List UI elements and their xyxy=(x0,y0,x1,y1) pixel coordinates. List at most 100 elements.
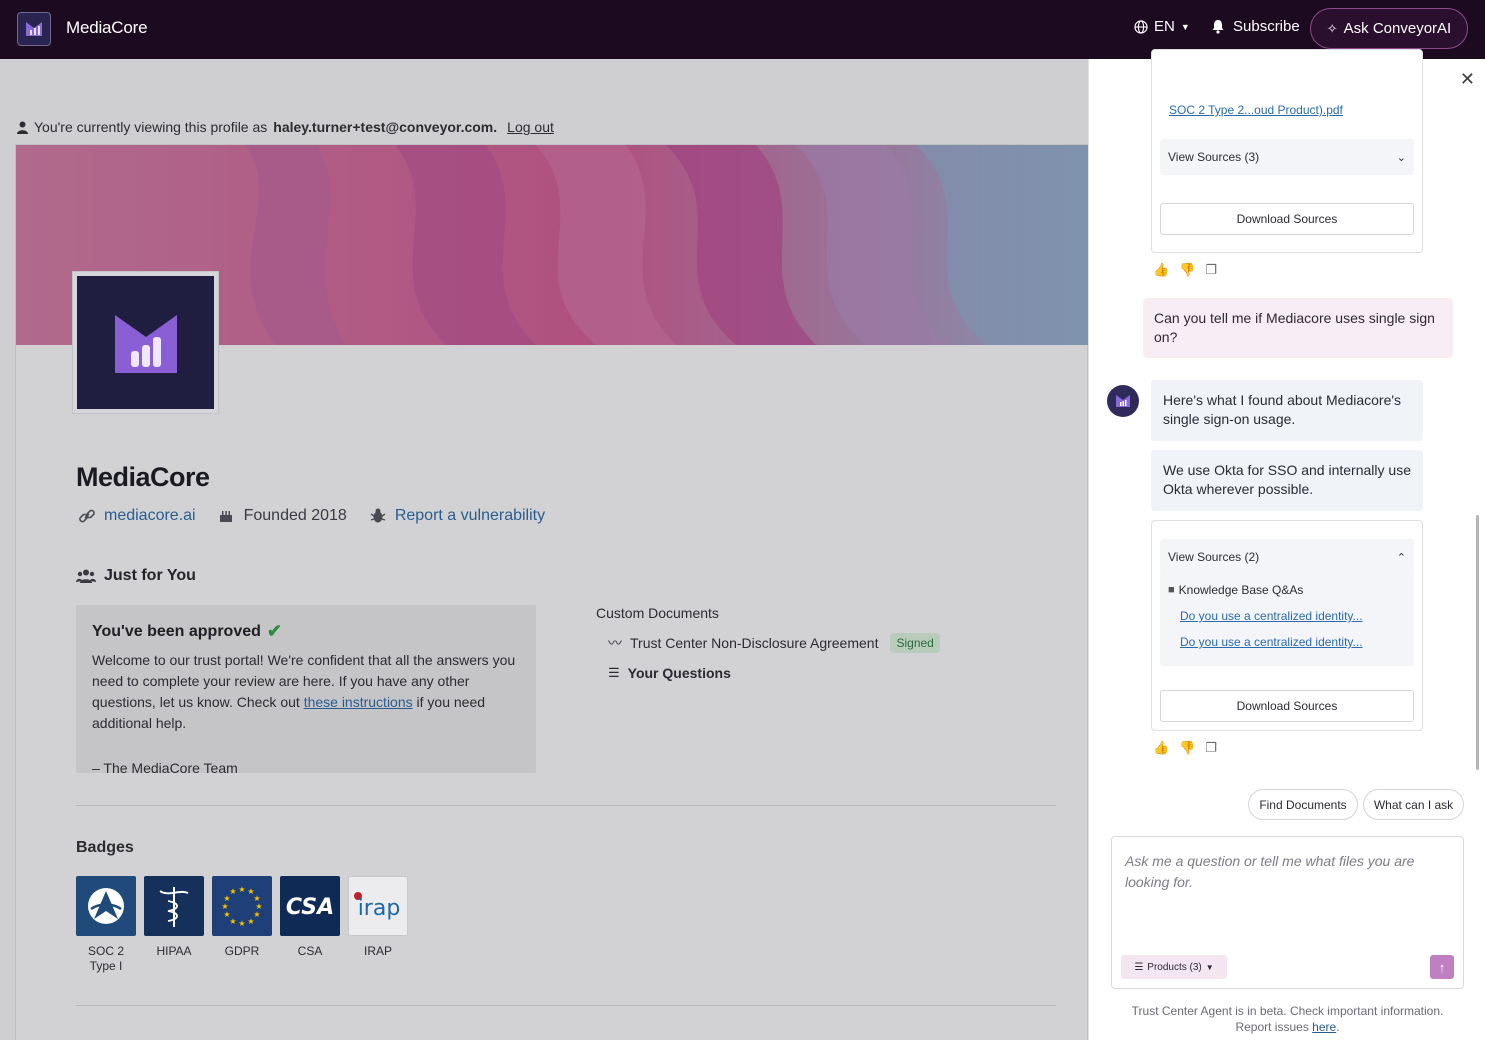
chevron-down-icon: ▼ xyxy=(1180,21,1190,32)
knowledge-base-sources: ■ Knowledge Base Q&As Do you use a centr… xyxy=(1160,573,1414,666)
profile-card: MediaCore mediacore.ai Founded 2018 Repo… xyxy=(15,144,1088,1040)
your-questions-label: Your Questions xyxy=(627,665,731,681)
approval-message: You've been approved ✔ Welcome to our tr… xyxy=(76,605,536,776)
thumbs-up-icon[interactable]: 👍 xyxy=(1153,262,1169,278)
find-documents-chip[interactable]: Find Documents xyxy=(1248,789,1358,820)
badge-label: HIPAA xyxy=(156,944,192,958)
divider xyxy=(76,805,1056,806)
approved-body: Welcome to our trust portal! We're confi… xyxy=(92,650,520,734)
products-filter[interactable]: ☰ Products (3) ▼ xyxy=(1121,955,1227,979)
svg-text:★: ★ xyxy=(247,917,254,926)
view-sources-toggle[interactable]: View Sources (3) ⌄ xyxy=(1160,139,1414,175)
website-link[interactable]: mediacore.ai xyxy=(104,507,196,525)
badge-soc2[interactable]: SOC 2 Type I xyxy=(76,876,136,974)
view-sources-label: View Sources (2) xyxy=(1168,550,1260,564)
logout-link[interactable]: Log out xyxy=(507,119,554,135)
soc2-logo xyxy=(76,876,136,936)
irap-logo: irap xyxy=(348,876,408,936)
bot-avatar xyxy=(1107,385,1139,417)
company-links: mediacore.ai Founded 2018 Report a vulne… xyxy=(78,507,545,525)
report-issues-link[interactable]: here xyxy=(1312,1020,1336,1034)
chat-bubble-icon: ■ xyxy=(1168,584,1175,596)
beta-disclaimer: Trust Center Agent is in beta. Check imp… xyxy=(1119,1003,1456,1035)
check-icon: ✔ xyxy=(266,621,282,641)
divider xyxy=(76,1005,1056,1006)
chat-composer[interactable]: Ask me a question or tell me what files … xyxy=(1111,836,1464,989)
view-sources-toggle[interactable]: View Sources (2) ⌃ xyxy=(1160,539,1414,575)
viewing-prefix: You're currently viewing this profile as xyxy=(34,119,268,135)
svg-text:★: ★ xyxy=(238,919,245,928)
profile-page: You're currently viewing this profile as… xyxy=(0,59,1088,1040)
bell-icon xyxy=(1212,20,1224,34)
just-for-you-label: Just for You xyxy=(104,567,196,584)
chat-scrollbar[interactable] xyxy=(1476,515,1479,770)
feedback-row: 👍 👎 ❐ xyxy=(1153,262,1217,278)
list-icon: ☰ xyxy=(608,665,620,680)
sparkle-icon: ✧ xyxy=(1326,20,1338,36)
disclaimer-end: . xyxy=(1336,1020,1340,1034)
svg-text:★: ★ xyxy=(221,902,228,911)
chevron-up-icon: ⌃ xyxy=(1396,551,1406,564)
download-sources-label: Download Sources xyxy=(1236,699,1338,713)
svg-text:★: ★ xyxy=(238,885,245,894)
list-icon: ☰ xyxy=(1134,961,1144,973)
kb-source-link[interactable]: Do you use a centralized identity... xyxy=(1180,635,1406,649)
bot-message-answer: We use Okta for SSO and internally use O… xyxy=(1151,450,1423,511)
download-sources-button[interactable]: Download Sources xyxy=(1160,690,1414,722)
instructions-link[interactable]: these instructions xyxy=(304,694,413,710)
badge-gdpr[interactable]: ★ ★ ★ ★ ★ ★ ★ ★ ★ ★ ★ ★ GDPR xyxy=(212,876,272,974)
what-can-i-ask-chip[interactable]: What can I ask xyxy=(1363,789,1464,820)
download-sources-button[interactable]: Download Sources xyxy=(1160,203,1414,235)
custom-documents-title: Custom Documents xyxy=(596,605,719,621)
gdpr-logo: ★ ★ ★ ★ ★ ★ ★ ★ ★ ★ ★ ★ xyxy=(212,876,272,936)
company-logo xyxy=(72,271,219,414)
chevron-down-icon: ⌄ xyxy=(1396,151,1406,164)
approved-signature: – The MediaCore Team xyxy=(92,760,238,776)
ask-label: Ask ConveyorAI xyxy=(1343,20,1452,37)
badge-label: CSA xyxy=(297,944,323,958)
custom-documents: Custom Documents 〰 Trust Center Non-Disc… xyxy=(596,605,940,693)
products-label: Products (3) xyxy=(1147,961,1202,973)
user-message: Can you tell me if Mediacore uses single… xyxy=(1143,298,1453,358)
close-icon[interactable]: ✕ xyxy=(1460,69,1475,90)
chat-input[interactable]: Ask me a question or tell me what files … xyxy=(1125,851,1449,893)
badge-irap[interactable]: irap IRAP xyxy=(348,876,408,974)
report-vulnerability-link[interactable]: Report a vulnerability xyxy=(395,507,545,525)
your-questions-item[interactable]: ☰ Your Questions xyxy=(596,665,940,681)
sources-card: View Sources (2) ⌃ ■ Knowledge Base Q&As… xyxy=(1151,520,1423,731)
link-icon xyxy=(78,507,96,525)
thumbs-down-icon[interactable]: 👎 xyxy=(1179,740,1195,756)
thumbs-down-icon[interactable]: 👎 xyxy=(1179,262,1195,278)
badge-label: GDPR xyxy=(224,944,260,958)
mediacore-logo[interactable] xyxy=(17,12,51,46)
signed-badge: Signed xyxy=(890,633,940,653)
globe-icon xyxy=(1134,19,1148,34)
nda-document[interactable]: 〰 Trust Center Non-Disclosure Agreement … xyxy=(596,633,940,653)
language-selector[interactable]: EN ▼ xyxy=(1134,18,1190,35)
arrow-up-icon: ↑ xyxy=(1438,959,1446,975)
copy-icon[interactable]: ❐ xyxy=(1205,262,1217,278)
approved-title: You've been approved xyxy=(92,622,261,640)
company-name: MediaCore xyxy=(76,462,210,492)
signature-icon: 〰 xyxy=(608,635,622,651)
source-file-link[interactable]: SOC 2 Type 2...oud Product).pdf xyxy=(1169,103,1343,117)
viewing-notice: You're currently viewing this profile as… xyxy=(17,119,554,135)
knowledge-base-title: Knowledge Base Q&As xyxy=(1178,583,1304,597)
disclaimer-text: Trust Center Agent is in beta. Check imp… xyxy=(1131,1004,1444,1034)
thumbs-up-icon[interactable]: 👍 xyxy=(1153,740,1169,756)
badge-csa[interactable]: CSA CSA xyxy=(280,876,340,974)
send-button[interactable]: ↑ xyxy=(1430,955,1454,979)
svg-text:CSA: CSA xyxy=(286,895,334,919)
language-label: EN xyxy=(1154,18,1175,35)
kb-source-link[interactable]: Do you use a centralized identity... xyxy=(1180,609,1406,623)
subscribe-button[interactable]: Subscribe xyxy=(1211,18,1300,35)
csa-logo: CSA xyxy=(280,876,340,936)
copy-icon[interactable]: ❐ xyxy=(1205,740,1217,756)
brand-name[interactable]: MediaCore xyxy=(66,18,148,38)
cake-icon xyxy=(218,507,236,525)
view-sources-label: View Sources (3) xyxy=(1168,150,1260,164)
chevron-down-icon: ▼ xyxy=(1205,962,1214,972)
just-for-you-heading: Just for You xyxy=(76,567,196,585)
ask-conveyorai-button[interactable]: ✧ Ask ConveyorAI xyxy=(1310,8,1468,49)
badge-hipaa[interactable]: HIPAA xyxy=(144,876,204,974)
